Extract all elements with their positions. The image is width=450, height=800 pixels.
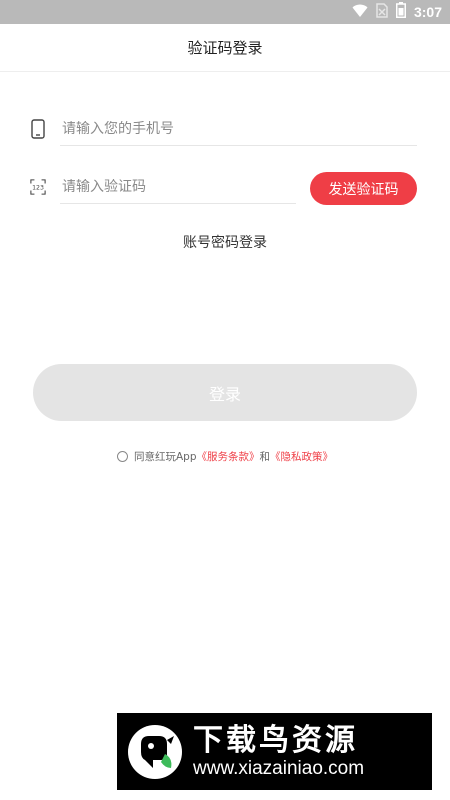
bird-logo-icon (127, 724, 183, 780)
status-icons: 3:07 (352, 0, 442, 24)
code-input[interactable] (60, 178, 296, 195)
send-code-button[interactable]: 发送验证码 (310, 172, 417, 205)
svg-text:123: 123 (32, 185, 44, 192)
watermark-url: www.xiazainiao.com (193, 757, 365, 779)
service-terms-link[interactable]: 《服务条款》 (197, 449, 260, 464)
phone-icon (30, 118, 46, 140)
privacy-policy-link[interactable]: 《隐私政策》 (270, 449, 333, 464)
login-button[interactable]: 登录 (33, 364, 417, 421)
agree-radio[interactable] (116, 451, 128, 462)
login-screen: 3:07 验证码登录 123 发送验证码 账号密码登录 登录 (0, 0, 450, 800)
password-login-link[interactable]: 账号密码登录 (0, 232, 450, 252)
agreement-row: 同意红玩App 《服务条款》 和 《隐私政策》 (0, 449, 450, 464)
phone-field (60, 112, 417, 146)
wifi-icon (352, 3, 368, 22)
agreement-conjunction: 和 (259, 451, 271, 463)
code-row: 123 (30, 170, 296, 204)
header: 验证码登录 (0, 24, 450, 72)
watermark-text: 下载鸟资源 www.xiazainiao.com (193, 722, 365, 780)
no-sim-icon (376, 2, 388, 22)
watermark: 下载鸟资源 www.xiazainiao.com (117, 713, 432, 790)
phone-input[interactable] (60, 120, 417, 137)
phone-row (30, 112, 417, 146)
page-title: 验证码登录 (187, 39, 263, 57)
status-bar: 3:07 (0, 0, 450, 24)
code-123-icon: 123 (30, 176, 46, 198)
agreement-prefix: 同意红玩App (133, 451, 197, 463)
battery-icon (395, 2, 406, 22)
watermark-title: 下载鸟资源 (193, 722, 358, 758)
status-time: 3:07 (413, 4, 442, 20)
code-field (60, 170, 296, 204)
